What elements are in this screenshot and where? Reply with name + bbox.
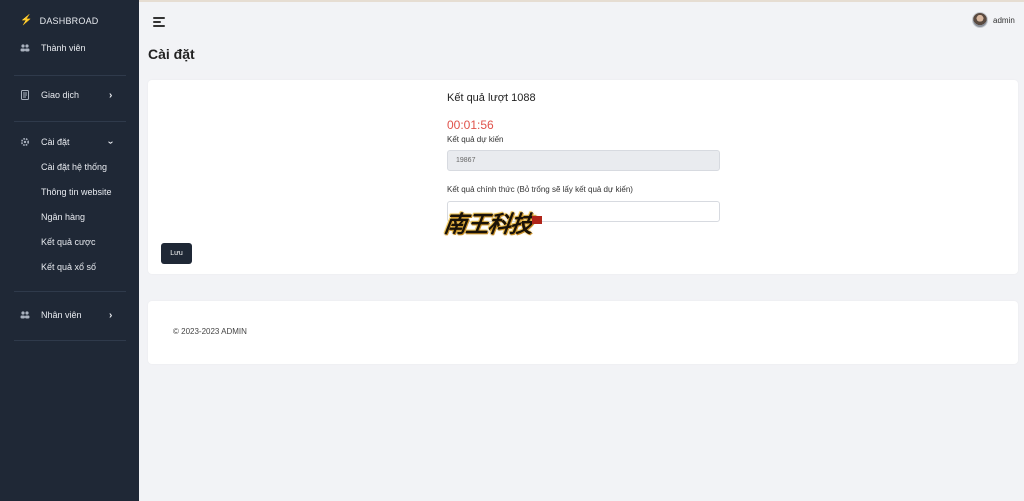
sidebar: ⚡ DASHBROAD Thành viên Giao dịch › Cài đ… [0,0,139,501]
sidebar-item-settings[interactable]: Cài đặt › [20,137,120,147]
result-card: Kết quả lượt 1088 00:01:56 Kết quả dự ki… [148,80,1018,274]
sidebar-item-label: Giao dịch [41,90,80,100]
sidebar-item-label: Cài đặt [41,137,70,147]
brand[interactable]: ⚡ DASHBROAD [20,15,98,26]
brand-label: DASHBROAD [39,15,99,26]
predicted-result-field[interactable]: 19867 [447,150,720,171]
result-title: Kết quả lượt 1088 [447,92,536,104]
sidebar-subitem-website-info[interactable]: Thông tin website [41,187,112,197]
divider [14,121,126,122]
divider [14,291,126,292]
official-label: Kết quả chính thức (Bỏ trống sẽ lấy kết … [447,185,633,194]
sidebar-subitem-system-settings[interactable]: Cài đặt hệ thống [41,162,107,172]
bolt-icon: ⚡ [20,15,33,26]
divider [14,340,126,341]
chevron-right-icon: › [109,89,113,101]
watermark-seal [532,216,542,224]
countdown-timer: 00:01:56 [447,118,494,132]
users-icon [20,310,30,320]
receipt-icon [20,90,30,100]
sidebar-subitem-bank[interactable]: Ngân hàng [41,212,85,222]
chevron-down-icon: › [105,140,117,144]
sidebar-item-transactions[interactable]: Giao dịch › [20,89,120,101]
gear-icon [20,137,30,147]
chevron-right-icon: › [109,309,113,321]
page-title: Cài đặt [148,46,195,62]
sidebar-item-label: Nhân viên [41,310,82,320]
sidebar-item-members[interactable]: Thành viên [20,43,120,53]
watermark-text: 南王科技 [442,211,534,238]
sidebar-subitem-lottery-results[interactable]: Kết quả xổ số [41,262,96,272]
sidebar-item-staff[interactable]: Nhân viên › [20,309,120,321]
users-icon [20,43,30,53]
top-border [139,0,1024,2]
avatar[interactable] [972,12,988,28]
sidebar-subitem-bet-results[interactable]: Kết quả cược [41,237,95,247]
divider [14,75,126,76]
menu-icon[interactable] [153,17,165,27]
watermark-logo: 南王科技 [442,205,548,245]
user-name[interactable]: admin [993,16,1015,25]
sidebar-item-label: Thành viên [41,43,86,53]
save-button[interactable]: Lưu [161,243,192,264]
copyright: © 2023-2023 ADMIN [173,327,247,336]
footer-card: © 2023-2023 ADMIN [148,301,1018,364]
predict-label: Kết quả dự kiến [447,135,504,144]
